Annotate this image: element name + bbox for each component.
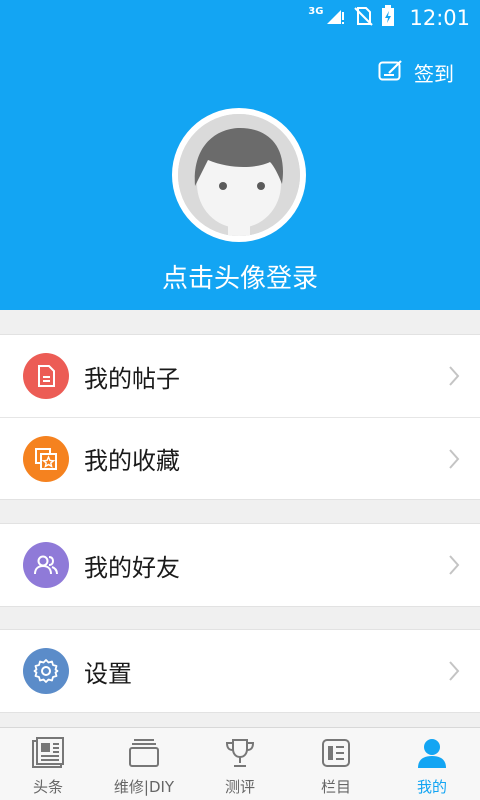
signal-icon [325,6,345,30]
document-icon [23,353,69,399]
column-icon [321,736,351,770]
menu-item-my-favorites[interactable]: 我的收藏 [0,417,480,499]
checkin-button[interactable]: 签到 [378,58,454,87]
login-prompt[interactable]: 点击头像登录 [0,258,480,295]
menu-group-settings: 设置 [0,629,480,713]
menu-group-social: 我的好友 [0,523,480,607]
friends-icon [23,542,69,588]
tab-label: 维修|DIY [113,778,175,796]
chevron-right-icon [448,448,460,474]
menu-item-my-friends[interactable]: 我的好友 [0,524,480,606]
battery-icon [381,5,395,31]
chevron-right-icon [448,365,460,391]
newspaper-icon [31,736,65,770]
menu-item-label: 设置 [84,659,132,688]
tab-label: 栏目 [320,778,351,796]
menu-item-settings[interactable]: 设置 [0,630,480,712]
menu-group-content: 我的帖子 我的收藏 [0,334,480,500]
avatar[interactable] [172,108,306,242]
user-icon [416,736,448,770]
bottom-tab-bar: 头条 维修|DIY 测评 栏目 我的 [0,727,480,800]
chevron-right-icon [448,660,460,686]
chevron-right-icon [448,554,460,580]
trophy-icon [224,736,256,770]
tab-label: 我的 [416,778,447,796]
checkin-label: 签到 [414,62,454,86]
tab-columns[interactable]: 栏目 [288,728,384,800]
default-avatar-icon [178,114,300,236]
clock: 12:01 [409,6,470,30]
edit-icon [378,59,404,86]
cards-icon [128,736,160,770]
status-icons: 3G 12:01 [308,5,470,31]
tab-headlines[interactable]: 头条 [0,728,96,800]
tab-label: 测评 [224,778,255,796]
profile-header: 签到 点击头像登录 [0,36,480,310]
menu-item-label: 我的收藏 [84,447,180,475]
favorites-icon [23,436,69,482]
status-bar: 3G 12:01 [0,0,480,36]
tab-me[interactable]: 我的 [384,728,480,800]
no-sim-icon [353,6,374,30]
gear-icon [23,648,69,694]
network-type-label: 3G [308,5,324,17]
menu-item-my-posts[interactable]: 我的帖子 [0,335,480,417]
menu-item-label: 我的好友 [84,553,180,582]
tab-label: 头条 [32,778,63,796]
tab-repair-diy[interactable]: 维修|DIY [96,728,192,800]
menu-item-label: 我的帖子 [84,364,180,393]
tab-reviews[interactable]: 测评 [192,728,288,800]
